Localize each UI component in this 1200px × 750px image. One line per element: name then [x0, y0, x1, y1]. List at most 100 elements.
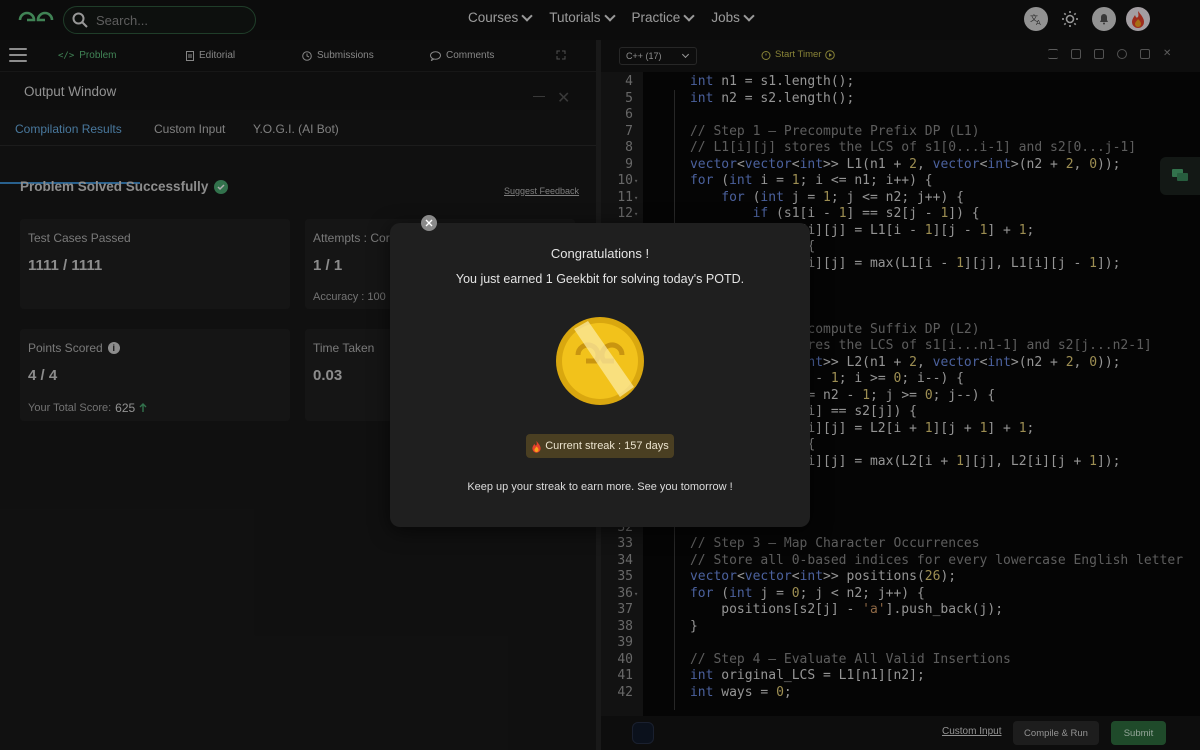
line-number: 36 — [617, 585, 633, 601]
menu-label: Tutorials — [549, 10, 601, 25]
card-value: 0.03 — [313, 367, 343, 384]
menu-jobs[interactable]: Jobs — [711, 9, 755, 25]
tab-problem[interactable]: </> Problem — [58, 50, 117, 61]
code-line[interactable]: 40 // Step 4 — Evaluate All Valid Insert… — [601, 652, 1200, 669]
total-score: Your Total Score: 625 — [28, 401, 147, 415]
menu-courses[interactable]: Courses — [468, 9, 533, 25]
card-label: Points Scored — [28, 341, 103, 355]
line-number: 12 — [617, 206, 633, 221]
code-line[interactable]: 11 ▾ for (int j = 1; j <= n2; j++) { — [601, 190, 1200, 207]
file-icon[interactable] — [1094, 49, 1104, 59]
editor-bottom-bar: Custom Input Compile & Run Submit — [601, 716, 1200, 750]
console-toggle-icon[interactable] — [632, 722, 654, 744]
code-line[interactable]: 9 vector<vector<int>> L1(n1 + 2, vector<… — [601, 157, 1200, 174]
line-number: 40 — [617, 651, 633, 667]
expand-icon[interactable] — [556, 50, 566, 60]
line-number: 39 — [617, 635, 633, 650]
code-line[interactable]: 35 vector<vector<int>> positions(26); — [601, 569, 1200, 586]
code-line[interactable]: 42 int ways = 0; — [601, 685, 1200, 702]
fold-icon[interactable]: ▾ — [634, 586, 638, 603]
tab-compilation-results[interactable]: Compilation Results — [15, 122, 122, 136]
chevron-down-icon — [681, 50, 690, 59]
code-line[interactable]: 5 int n2 = s2.length(); — [601, 91, 1200, 108]
close-icon[interactable]: ✕ — [557, 88, 570, 108]
line-number: 42 — [617, 684, 633, 700]
submit-button[interactable]: Submit — [1111, 721, 1166, 745]
start-timer-button[interactable]: Start Timer — [761, 49, 836, 60]
copy-icon[interactable] — [1071, 49, 1081, 59]
suggest-feedback-link[interactable]: Suggest Feedback — [504, 186, 579, 196]
info-icon[interactable]: i — [107, 342, 120, 354]
search-input[interactable] — [96, 12, 246, 28]
fold-icon[interactable]: ▾ — [634, 173, 638, 190]
menu-tutorials[interactable]: Tutorials — [549, 9, 616, 25]
code-text: // Step 1 — Precompute Prefix DP (L1) — [658, 123, 980, 139]
gfg-logo[interactable] — [16, 8, 56, 32]
menu-hamburger-icon[interactable] — [9, 48, 27, 62]
line-number: 35 — [617, 569, 633, 584]
code-line[interactable]: 4 int n1 = s1.length(); — [601, 74, 1200, 91]
code-line[interactable]: 8 // L1[i][j] stores the LCS of s1[0...i… — [601, 140, 1200, 157]
timer-label: Start Timer — [775, 49, 822, 60]
theme-toggle-icon[interactable] — [1058, 7, 1082, 31]
test-cases-card: Test Cases Passed 1111 / 1111 — [20, 219, 290, 309]
bell-icon[interactable] — [1092, 7, 1116, 31]
chevron-down-icon — [603, 9, 616, 22]
comment-icon — [430, 50, 441, 61]
format-icon[interactable] — [1048, 49, 1058, 59]
settings-icon[interactable] — [1117, 49, 1127, 59]
fold-icon[interactable]: ▾ — [634, 206, 638, 223]
code-line[interactable]: 7 // Step 1 — Precompute Prefix DP (L1) — [601, 124, 1200, 141]
code-text: // Store all 0-based indices for every l… — [658, 552, 1184, 568]
tab-submissions[interactable]: Submissions — [302, 50, 374, 61]
menu-practice[interactable]: Practice — [632, 9, 695, 25]
compile-run-button[interactable]: Compile & Run — [1013, 721, 1099, 745]
search-box[interactable] — [63, 6, 256, 34]
code-line[interactable]: 33 // Step 3 — Map Character Occurrences — [601, 536, 1200, 553]
modal-close-icon[interactable] — [421, 215, 437, 231]
custom-input-link[interactable]: Custom Input — [942, 726, 1001, 737]
code-line[interactable]: 39 — [601, 635, 1200, 652]
code-text: int n1 = s1.length(); — [689, 74, 855, 89]
nav-actions: 文A — [1024, 7, 1150, 31]
code-line[interactable]: 34 // Store all 0-based indices for ever… — [601, 553, 1200, 570]
line-number: 38 — [617, 618, 633, 634]
modal-title: Congratulations ! — [550, 246, 650, 261]
tab-label: Submissions — [317, 50, 374, 61]
tab-yogi-bot[interactable]: Y.O.G.I. (AI Bot) — [253, 122, 339, 136]
play-icon — [825, 49, 836, 60]
line-number: 41 — [617, 668, 633, 683]
tab-editorial[interactable]: Editorial — [186, 50, 235, 61]
stopwatch-icon — [761, 50, 771, 60]
avatar[interactable] — [1126, 7, 1150, 31]
code-text: vector<vector<int>> L1(n1 + 2, vector<in… — [689, 156, 1121, 172]
tab-custom-input[interactable]: Custom Input — [154, 122, 225, 136]
code-line[interactable]: 41 int original_LCS = L1[n1][n2]; — [601, 668, 1200, 685]
fold-icon[interactable]: ▾ — [634, 190, 638, 207]
fullscreen-icon[interactable] — [1140, 49, 1150, 59]
code-line[interactable]: 38 } — [601, 619, 1200, 636]
code-line[interactable]: 12 ▾ if (s1[i - 1] == s2[j - 1]) { — [601, 206, 1200, 223]
code-line[interactable]: 37 positions[s2[j] - 'a'].push_back(j); — [601, 602, 1200, 619]
tab-label: Editorial — [199, 50, 236, 61]
document-icon — [186, 50, 194, 61]
flame-icon — [532, 440, 541, 453]
translate-icon[interactable]: 文A — [1024, 7, 1048, 31]
code-line[interactable]: 6 — [601, 107, 1200, 124]
close-icon[interactable]: ✕ — [1163, 49, 1173, 59]
code-line[interactable]: 36 ▾ for (int j = 0; j < n2; j++) { — [601, 586, 1200, 603]
chat-icon[interactable] — [1160, 157, 1200, 195]
editor-actions: ✕ — [1048, 49, 1173, 59]
code-line[interactable]: 10 ▾ for (int i = 1; i <= n1; i++) { — [601, 173, 1200, 190]
accuracy-text: Accuracy : 100 — [313, 291, 386, 303]
line-number: 34 — [617, 552, 633, 568]
chevron-down-icon — [683, 9, 695, 22]
code-text: vector<vector<int>> positions(26); — [689, 569, 957, 584]
code-text: int original_LCS = L1[n1][n2]; — [689, 668, 925, 683]
line-number: 9 — [625, 156, 633, 172]
language-select[interactable]: C++ (17) — [619, 47, 697, 65]
search-icon — [72, 12, 88, 28]
minimize-icon[interactable] — [533, 96, 545, 97]
tab-comments[interactable]: Comments — [430, 50, 494, 61]
tab-label: Problem — [79, 50, 117, 61]
